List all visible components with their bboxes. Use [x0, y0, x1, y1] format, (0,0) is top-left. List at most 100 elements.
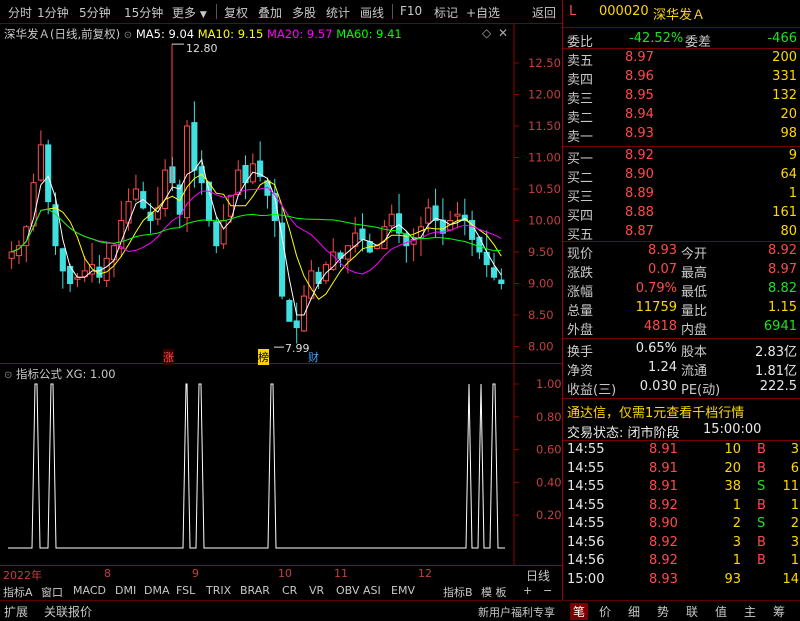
detail-tab[interactable]: 笔: [570, 603, 589, 620]
quote-panel: L 000020 深华发Ａ 委比 -42.52% 委差 -466 卖五 8.97 2…: [562, 0, 800, 600]
indicator-tab[interactable]: EMV: [391, 584, 415, 597]
indicator-tab[interactable]: VR: [309, 584, 324, 597]
tab-15min[interactable]: 15分钟: [124, 4, 163, 21]
indicator-tab[interactable]: 指标B: [443, 584, 473, 600]
detail-tab[interactable]: 联: [686, 603, 698, 620]
detail-tab[interactable]: 值: [715, 603, 727, 620]
detail-tab[interactable]: 价: [599, 603, 611, 620]
indicator-tab[interactable]: +: [523, 584, 532, 597]
bid-row[interactable]: 买四 8.88 161: [563, 204, 800, 224]
chart-legend: 深华发Ａ(日线,前复权) ⊙ MA5: 9.04 MA10: 9.15 MA20…: [4, 26, 402, 42]
level-label: 买一: [567, 152, 594, 167]
stat-label: 涨跌: [567, 266, 594, 281]
indicator-tab[interactable]: TRIX: [206, 584, 231, 597]
level-price: 8.87: [625, 224, 654, 239]
tick-list[interactable]: 14:55 8.91 10 B 3 14:55 8.91 20 B 6 14:55 8.91 38 S 11…: [563, 441, 800, 591]
stat-label: 今开: [681, 247, 708, 262]
level-price: 8.97: [625, 50, 654, 65]
bid-row[interactable]: 买一 8.92 9: [563, 147, 800, 167]
candle-body: [235, 169, 242, 195]
level-volume: 9: [788, 148, 797, 163]
kline-svg: 12.50 12.00 11.50 11.00 10.50 10.00 9.50 9.00 8.…: [0, 24, 562, 364]
statistics-button[interactable]: 统计: [326, 4, 350, 21]
tick-count: 6: [790, 460, 799, 476]
more-dropdown[interactable]: 更多 ▼: [172, 4, 207, 21]
stat-row: 现价 8.93 今开 8.92: [563, 242, 800, 262]
bid-row[interactable]: 买三 8.89 1: [563, 185, 800, 205]
close-icon[interactable]: ✕: [498, 26, 508, 40]
tick-count: 1: [790, 497, 799, 513]
level-volume: 20: [780, 107, 797, 122]
related-quote-button[interactable]: 关联报价: [44, 603, 92, 620]
ma20-label: MA20: 9.57: [266, 27, 333, 41]
limit-up-marker[interactable]: 涨: [163, 349, 174, 365]
detail-tab[interactable]: 主: [744, 603, 756, 620]
ask-row[interactable]: 卖二 8.94 20: [563, 106, 800, 126]
ask-row[interactable]: 卖三 8.95 132: [563, 87, 800, 107]
tick-side: B: [757, 534, 766, 550]
multi-stock-button[interactable]: 多股: [292, 4, 316, 21]
stat-label: 涨幅: [567, 285, 594, 300]
back-button[interactable]: 返回: [532, 4, 556, 21]
bid-row[interactable]: 买二 8.90 64: [563, 166, 800, 186]
restore-rights-button[interactable]: 复权: [224, 4, 248, 21]
bid-row[interactable]: 买五 8.87 80: [563, 223, 800, 243]
indicator-settings-icon[interactable]: ⊙: [4, 370, 12, 381]
indicator-tab[interactable]: DMI: [115, 584, 136, 597]
trade-status: 交易状态: 闭市阶段: [567, 426, 680, 441]
candle-body: [8, 251, 15, 259]
diamond-icon[interactable]: ◇: [482, 26, 491, 40]
ma60-label: MA60: 9.41: [336, 27, 402, 41]
indicator-tab[interactable]: −: [543, 584, 552, 597]
indicator-tab[interactable]: 窗口: [41, 584, 63, 600]
indicator-tab[interactable]: BRAR: [240, 584, 270, 597]
ask-row[interactable]: 卖五 8.97 200: [563, 49, 800, 69]
indicator-tab[interactable]: DMA: [144, 584, 170, 597]
level-label: 卖三: [567, 92, 594, 107]
stat-label: 外盘: [567, 323, 594, 338]
tab-5min[interactable]: 5分钟: [79, 4, 111, 21]
expand-button[interactable]: 扩展: [4, 603, 28, 620]
settings-circle-icon[interactable]: ⊙: [124, 30, 132, 41]
indicator-tab[interactable]: MACD: [73, 584, 106, 597]
dragon-tiger-marker[interactable]: 榜: [258, 349, 269, 365]
indicator-tab[interactable]: ASI: [363, 584, 381, 597]
indicator-tab[interactable]: 模 板: [481, 584, 507, 600]
stat-value: 1.15: [768, 300, 797, 315]
finance-marker[interactable]: 财: [308, 349, 319, 365]
add-watchlist-button[interactable]: +自选: [466, 4, 500, 21]
detail-tab[interactable]: 细: [628, 603, 640, 620]
commission-row: 委比 -42.52% 委差 -466: [563, 30, 800, 50]
tick-side: B: [757, 442, 766, 457]
indicator-tab[interactable]: 指标A: [3, 584, 33, 600]
promo-row[interactable]: 通达信，仅需1元查看千档行情: [563, 401, 800, 421]
tick-price: 8.91: [649, 442, 678, 457]
kline-chart[interactable]: 12.50 12.00 11.50 11.00 10.50 10.00 9.50 9.00 8.…: [0, 24, 562, 365]
tab-1min[interactable]: 1分钟: [37, 4, 69, 21]
indicator-tab[interactable]: OBV: [336, 584, 359, 597]
candle-body: [37, 144, 44, 181]
new-user-promo-link[interactable]: 新用户福利专享: [478, 604, 555, 620]
indicator-tab[interactable]: FSL: [176, 584, 195, 597]
stat-label: 收益(三): [567, 383, 617, 398]
ask-row[interactable]: 卖四 8.96 331: [563, 68, 800, 88]
indicator-panel[interactable]: 1.00 0.80 0.60 0.40 0.20 ⊙ 指标公式 XG: 1.00: [0, 364, 562, 566]
promo-text[interactable]: 通达信，仅需1元查看千档行情: [567, 402, 744, 421]
tick-price: 8.90: [649, 516, 678, 531]
candle-body: [293, 320, 300, 329]
stat-value: 0.030: [639, 379, 677, 394]
detail-tab[interactable]: 势: [657, 603, 669, 620]
high-annotation: 12.80: [186, 42, 218, 55]
candle-body: [52, 204, 59, 247]
ask-row[interactable]: 卖一 8.93 98: [563, 125, 800, 145]
detail-tab[interactable]: 筹: [773, 603, 785, 620]
tab-timeshare[interactable]: 分时: [8, 4, 32, 21]
mark-button[interactable]: 标记: [434, 4, 458, 21]
indicator-tab[interactable]: CR: [282, 584, 297, 597]
candle-body: [110, 245, 118, 261]
stat-row: 净资 1.24 流通 1.81亿: [563, 359, 800, 379]
f10-button[interactable]: F10: [400, 4, 422, 18]
low-annotation: 7.99: [285, 342, 310, 355]
overlay-button[interactable]: 叠加: [258, 4, 282, 21]
draw-line-button[interactable]: 画线: [360, 4, 384, 21]
